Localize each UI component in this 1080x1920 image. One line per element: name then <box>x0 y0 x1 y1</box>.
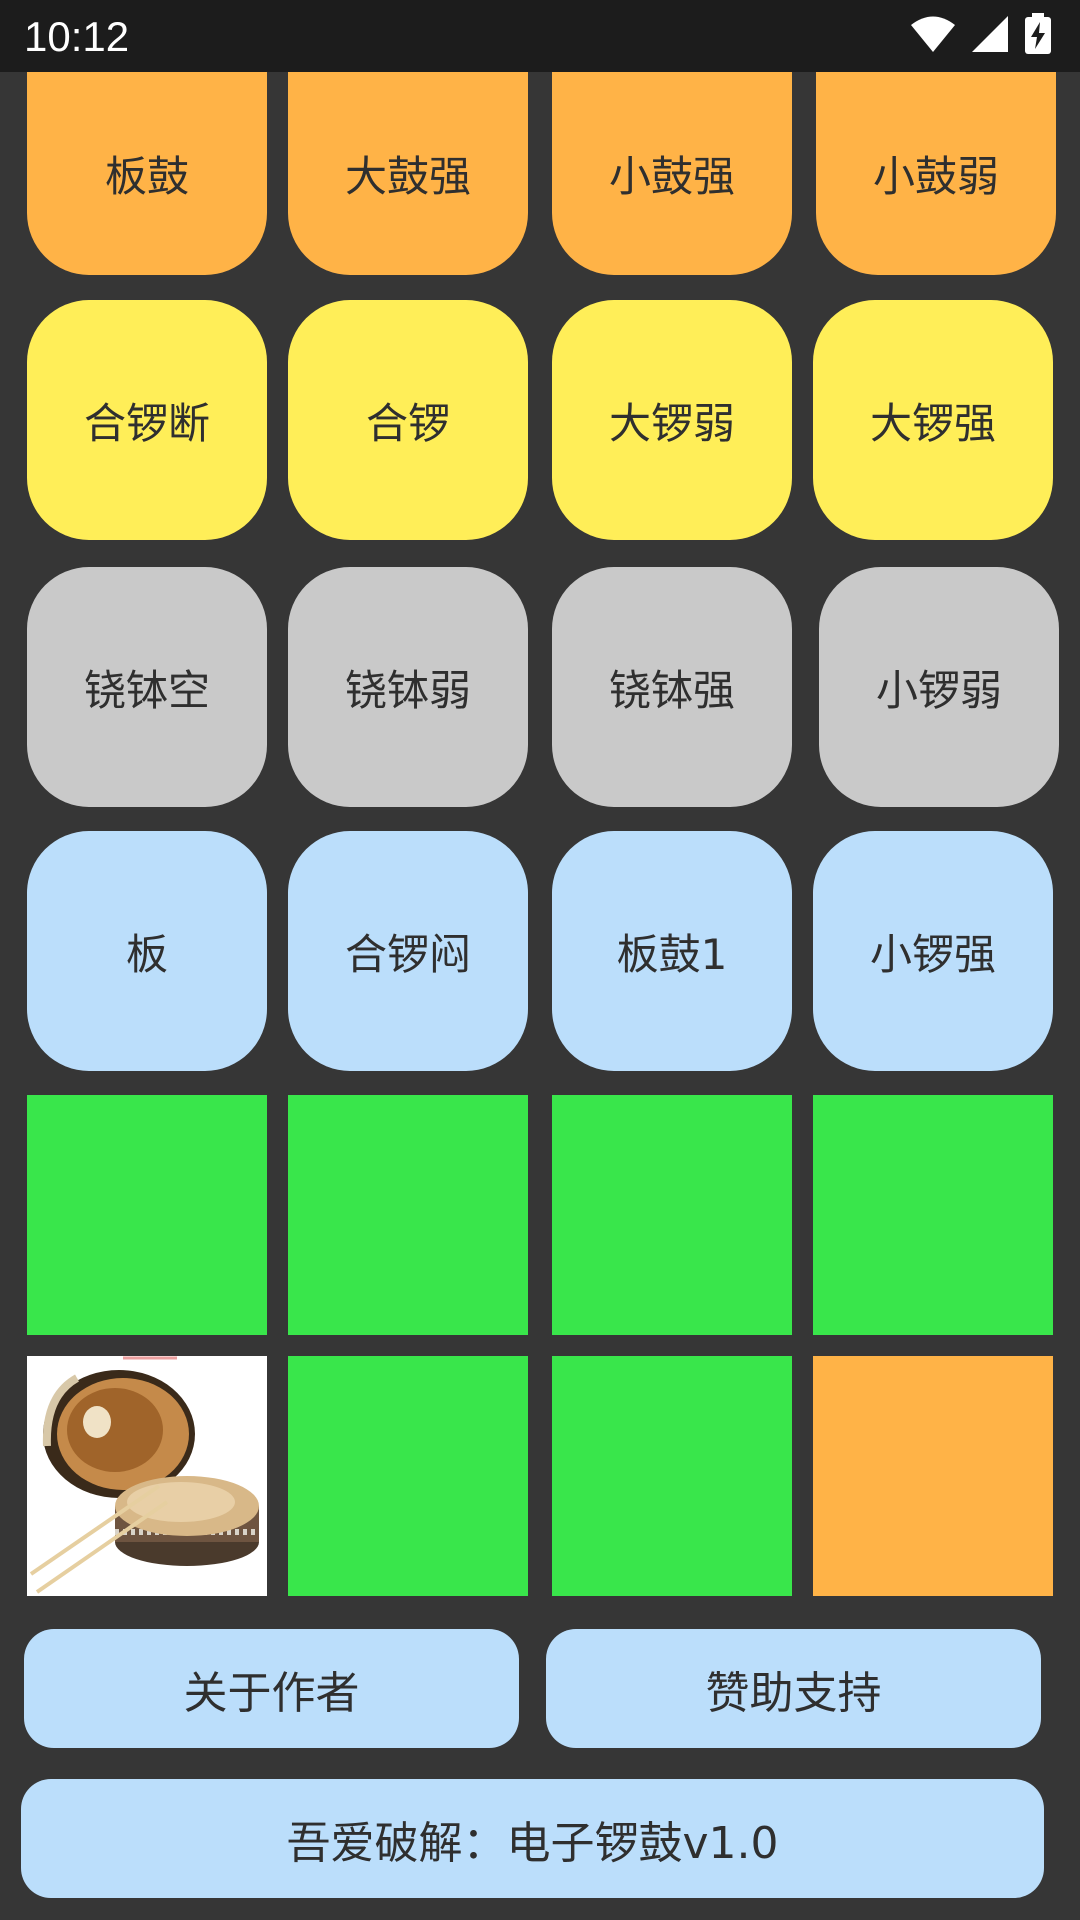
battery-charging-icon <box>1024 13 1052 59</box>
pad-label: 大鼓强 <box>344 152 471 201</box>
pad-heluo-duan[interactable]: 合锣断 <box>27 300 267 540</box>
pad-naobo-strong[interactable]: 铙钵强 <box>552 567 792 807</box>
about-author-button[interactable]: 关于作者 <box>24 1629 519 1748</box>
pad-label: 铙钵强 <box>608 665 735 715</box>
pad-daluo-weak[interactable]: 大锣弱 <box>552 300 792 540</box>
pad-xiaogu-strong[interactable]: 小鼓强 <box>552 72 792 275</box>
drum-photo-icon <box>27 1356 267 1596</box>
pad-bangu[interactable]: 板鼓 <box>27 72 267 275</box>
pad-ban[interactable]: 板 <box>27 831 267 1071</box>
pad-label: 小鼓弱 <box>872 152 999 201</box>
pad-empty-green[interactable] <box>27 1095 267 1335</box>
pad-label: 大锣强 <box>869 398 996 448</box>
status-time: 10:12 <box>24 13 130 60</box>
status-bar: 10:12 <box>0 0 1080 72</box>
pad-label: 大锣弱 <box>608 398 735 448</box>
app-title-button[interactable]: 吾爱破解：电子锣鼓v1.0 <box>21 1779 1044 1898</box>
pad-xiaoluo-weak[interactable]: 小锣弱 <box>819 567 1059 807</box>
pad-empty-green[interactable] <box>813 1095 1053 1335</box>
pad-label: 合锣断 <box>83 398 210 448</box>
drum-image-pad[interactable] <box>27 1356 267 1596</box>
sponsor-support-label: 赞助支持 <box>705 1667 882 1719</box>
pad-label: 小锣强 <box>869 929 996 979</box>
pad-heluo[interactable]: 合锣 <box>288 300 528 540</box>
pad-label: 小鼓强 <box>608 152 735 201</box>
pad-naobo-weak[interactable]: 铙钵弱 <box>288 567 528 807</box>
pad-xiaogu-weak[interactable]: 小鼓弱 <box>816 72 1056 275</box>
wifi-icon <box>910 14 956 58</box>
status-icons <box>910 12 1052 60</box>
pad-xiaoluo-strong[interactable]: 小锣强 <box>813 831 1053 1071</box>
pad-label: 铙钵弱 <box>344 665 471 715</box>
pad-label: 板 <box>125 929 168 979</box>
pad-label: 合锣闷 <box>344 929 471 979</box>
pad-label: 板鼓1 <box>616 929 728 979</box>
pad-dagu-strong[interactable]: 大鼓强 <box>288 72 528 275</box>
app-title-label: 吾爱破解：电子锣鼓v1.0 <box>286 1817 779 1869</box>
pad-label: 小锣弱 <box>875 665 1002 715</box>
pad-empty-green[interactable] <box>552 1356 792 1596</box>
pad-naobo-empty[interactable]: 铙钵空 <box>27 567 267 807</box>
pad-empty-green[interactable] <box>288 1356 528 1596</box>
pad-bangu-1[interactable]: 板鼓1 <box>552 831 792 1071</box>
pad-empty-green[interactable] <box>288 1095 528 1335</box>
pad-label: 板鼓 <box>104 152 189 201</box>
signal-icon <box>970 14 1010 58</box>
pad-daluo-strong[interactable]: 大锣强 <box>813 300 1053 540</box>
about-author-label: 关于作者 <box>183 1667 360 1719</box>
sponsor-support-button[interactable]: 赞助支持 <box>546 1629 1041 1748</box>
pad-label: 铙钵空 <box>83 665 210 715</box>
pad-label: 合锣 <box>365 398 450 448</box>
pad-heluo-men[interactable]: 合锣闷 <box>288 831 528 1071</box>
pad-empty-green[interactable] <box>552 1095 792 1335</box>
pad-empty-orange[interactable] <box>813 1356 1053 1596</box>
